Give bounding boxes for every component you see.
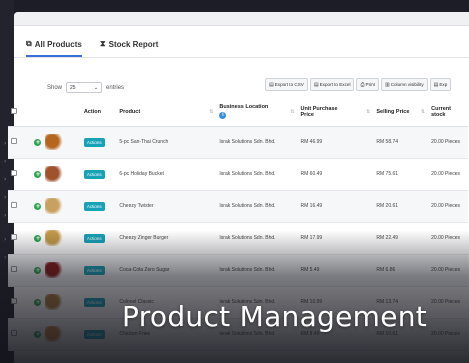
export-excel-button[interactable]: ▤ Export to Excel [309, 78, 355, 91]
chevron-down-icon: ⌄ [93, 84, 99, 91]
tab-bar: ⧉ All Products ⧗ Stock Report [14, 32, 469, 58]
table-row[interactable]: + Actions 5-pc San-Thai Crunch Israk Soluti… [8, 126, 468, 159]
actions-button[interactable]: Actions [83, 201, 105, 211]
product-thumbnail [45, 134, 64, 150]
export-csv-button[interactable]: ▤ Export to CSV [265, 78, 308, 91]
button-label: Export to Excel [319, 82, 351, 87]
length-control: Show 25 ⌄ entries [47, 82, 124, 93]
location-cell: Israk Solutions Sdn. Bhd. [216, 158, 298, 191]
action-header: Action [80, 98, 117, 127]
tab-all-products[interactable]: ⧉ All Products [26, 39, 82, 57]
page-length-value: 25 [70, 84, 76, 91]
button-label: Print [365, 82, 375, 87]
product-thumbnail [45, 198, 64, 214]
image-header [31, 98, 81, 127]
selling-price-header[interactable]: Selling Price ⇅ [373, 98, 429, 127]
column-visibility-button[interactable]: ▥ Column visibility [380, 78, 428, 91]
header-label: Unit Purchase Price [300, 105, 338, 118]
tab-label: All Products [34, 39, 82, 49]
location-cell: Israk Solutions Sdn. Bhd. [216, 190, 298, 223]
select-all-checkbox[interactable] [11, 107, 17, 114]
button-label: Exp [439, 82, 448, 87]
stock-cell: 20.00 Pieces [428, 126, 468, 159]
file-pdf-icon: ▤ [433, 81, 439, 88]
table-row[interactable]: + Actions Cheezy Twister Israk Solutions Sd… [8, 190, 468, 223]
image-cell: + [31, 190, 81, 223]
promo-overlay [0, 230, 469, 363]
sort-icon: ⇅ [366, 109, 371, 115]
promo-headline: Product Management [122, 300, 428, 333]
action-cell: Actions [80, 126, 117, 159]
stock-cell: 20.00 Pieces [428, 190, 468, 223]
product-name-cell: 6-pc Holiday Bucket [116, 158, 217, 191]
button-label: Column visibility [390, 82, 424, 87]
actions-button[interactable]: Actions [83, 169, 105, 179]
print-icon: ⎙ [360, 81, 365, 88]
selling-price-cell: RM 20.61 [373, 190, 429, 223]
expand-icon[interactable]: + [34, 202, 42, 210]
expand-icon[interactable]: + [34, 138, 42, 146]
table-row[interactable]: + Actions 6-pc Holiday Bucket Israk Solutio… [8, 158, 468, 191]
entries-label: entries [106, 84, 125, 91]
page-length-select[interactable]: 25 ⌄ [66, 82, 103, 93]
purchase-price-cell: RM 16.49 [297, 190, 374, 223]
tab-label: Stock Report [108, 39, 159, 49]
select-all-header [8, 98, 32, 127]
selling-price-cell: RM 75.61 [373, 158, 429, 191]
location-header[interactable]: Business Location i ⇅ [216, 98, 298, 127]
file-excel-icon: ▤ [313, 81, 319, 88]
row-checkbox[interactable] [11, 202, 17, 208]
table-controls: Show 25 ⌄ entries ▤ Export to CSV ▤ Export… [14, 78, 469, 98]
product-thumbnail [45, 166, 64, 182]
columns-icon: ▥ [384, 81, 390, 88]
sort-icon: ⇅ [209, 109, 214, 115]
current-stock-header[interactable]: Current stock [428, 98, 468, 127]
info-icon[interactable]: i [219, 112, 227, 120]
sort-icon: ⇅ [420, 109, 426, 115]
purchase-price-cell: RM 46.99 [297, 126, 374, 159]
file-csv-icon: ▤ [269, 81, 274, 88]
purchase-price-header[interactable]: Unit Purchase Price ⇅ [297, 98, 374, 127]
print-button[interactable]: ⎙ Print [356, 78, 379, 91]
hourglass-icon: ⧗ [100, 39, 106, 48]
button-label: Export to CSV [274, 82, 304, 87]
show-label: Show [47, 84, 63, 91]
header-label: Product [119, 108, 141, 115]
expand-icon[interactable]: + [34, 170, 42, 178]
tab-stock-report[interactable]: ⧗ Stock Report [100, 39, 158, 49]
header-label: Action [83, 108, 101, 115]
panel-topbar [14, 12, 469, 26]
action-cell: Actions [80, 190, 117, 223]
action-cell: Actions [80, 158, 117, 191]
product-name-cell: 5-pc San-Thai Crunch [116, 126, 217, 159]
actions-button[interactable]: Actions [83, 137, 105, 147]
header-label: Selling Price [376, 108, 410, 115]
row-select-cell [8, 126, 32, 159]
table-header-row: Action Product ⇅ Business Location i ⇅ Unit… [8, 98, 468, 127]
selling-price-cell: RM 58.74 [373, 126, 429, 159]
header-label: Business Location [219, 104, 269, 111]
row-checkbox[interactable] [11, 170, 17, 176]
product-header[interactable]: Product ⇅ [116, 98, 217, 127]
image-cell: + [31, 126, 81, 159]
image-cell: + [31, 158, 81, 191]
stock-cell: 20.00 Pieces [428, 158, 468, 191]
row-select-cell [8, 158, 32, 191]
product-name-cell: Cheezy Twister [116, 190, 217, 223]
location-cell: Israk Solutions Sdn. Bhd. [216, 126, 298, 159]
cubes-icon: ⧉ [26, 39, 32, 48]
purchase-price-cell: RM 60.49 [297, 158, 374, 191]
row-checkbox[interactable] [11, 138, 17, 144]
header-label: Current stock [431, 105, 451, 118]
row-select-cell [8, 190, 32, 223]
export-pdf-button[interactable]: ▤ Exp [429, 78, 452, 91]
export-buttons: ▤ Export to CSV ▤ Export to Excel ⎙ Print ▥… [265, 78, 452, 91]
sort-icon: ⇅ [290, 109, 295, 115]
